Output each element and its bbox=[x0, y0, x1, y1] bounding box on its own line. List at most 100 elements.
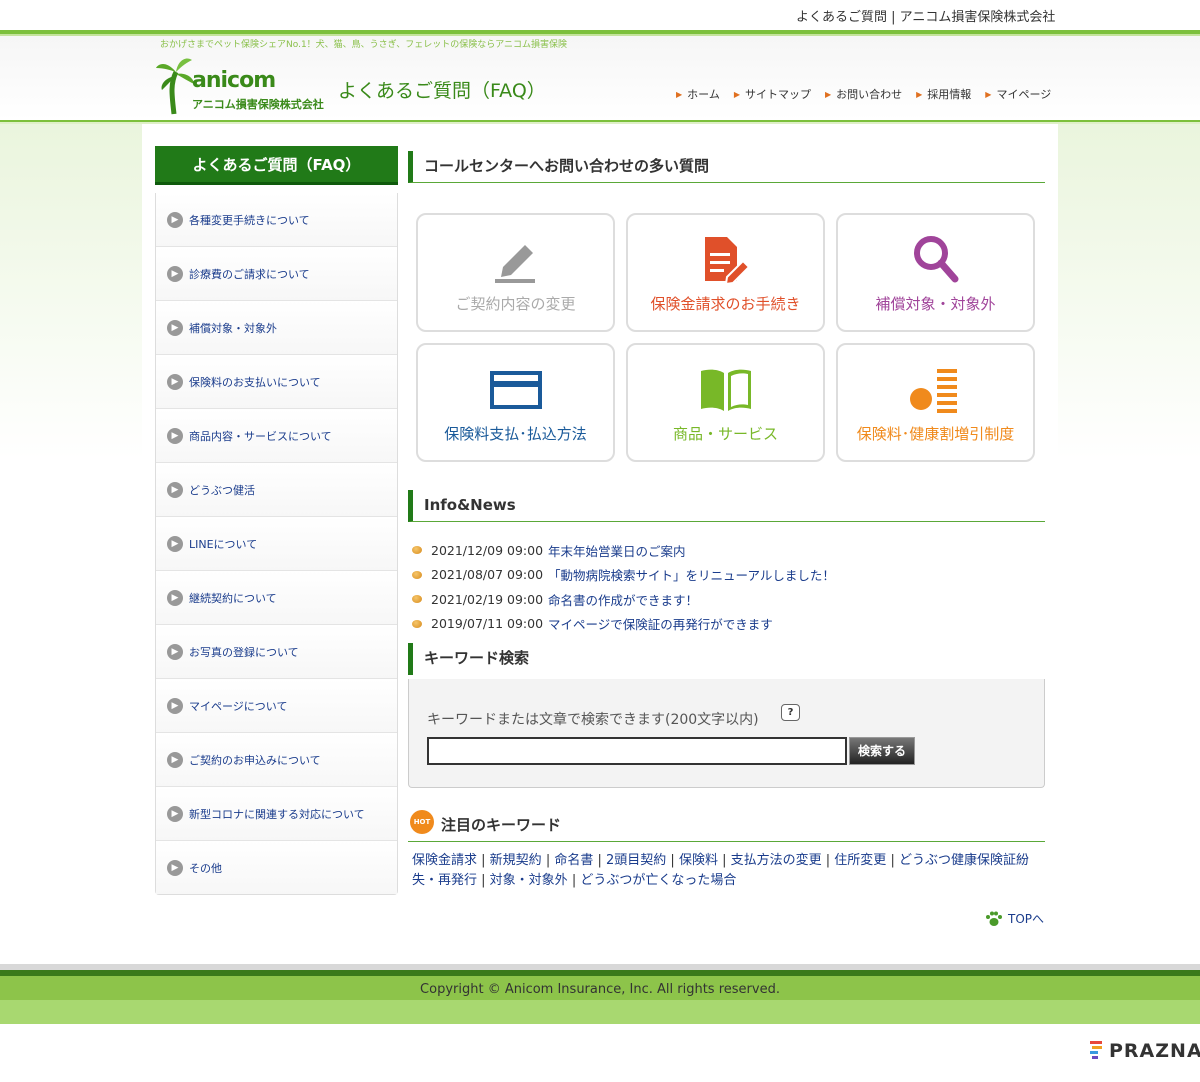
paw-icon bbox=[986, 911, 1002, 926]
top-bar: よくあるご質問 | アニコム損害保険株式会社 bbox=[0, 0, 1200, 30]
hot-keywords-list: 保険金請求 | 新規契約 | 命名書 | 2頭目契約 | 保険料 | 支払方法の… bbox=[412, 853, 1029, 888]
sidebar-item-coverage[interactable]: ▶ 補償対象・対象外 bbox=[156, 301, 397, 355]
keyword-link[interactable]: 保険金請求 bbox=[412, 853, 477, 868]
book-icon bbox=[700, 369, 751, 411]
credit-card-icon bbox=[489, 371, 542, 409]
news-link[interactable]: マイページで保険証の再発行ができます bbox=[548, 614, 773, 633]
back-to-top-link[interactable]: TOPへ bbox=[985, 910, 1044, 927]
news-date: 2021/12/09 09:00 bbox=[431, 542, 544, 558]
tagline: おかげさまでペット保険シェアNo.1！犬、猫、鳥、うさぎ、フェレットの保険ならア… bbox=[160, 40, 568, 50]
tile-contract-change[interactable]: ご契約内容の変更 bbox=[416, 213, 615, 332]
sidebar-item-label: 保険料のお支払いについて bbox=[189, 375, 321, 389]
circle-arrow-icon: ▶ bbox=[167, 589, 183, 606]
news-item: 2019/07/11 09:00 マイページで保険証の再発行ができます bbox=[412, 612, 835, 637]
sidebar-item-photo[interactable]: ▶ お写真の登録について bbox=[156, 625, 397, 679]
tile-products[interactable]: 商品・サービス bbox=[626, 343, 825, 462]
news-date: 2021/02/19 09:00 bbox=[431, 591, 544, 607]
sidebar-item-label: 補償対象・対象外 bbox=[189, 321, 277, 335]
tile-icon-wrap bbox=[628, 363, 823, 417]
search-heading: キーワード検索 bbox=[408, 643, 1045, 675]
tile-premium-discount[interactable]: 保険料･健康割増引制度 bbox=[836, 343, 1035, 462]
site-title: よくあるご質問（FAQ） bbox=[338, 80, 546, 102]
tile-coverage[interactable]: 補償対象・対象外 bbox=[836, 213, 1035, 332]
page-breadcrumb: よくあるご質問 | アニコム損害保険株式会社 bbox=[796, 10, 1056, 25]
sidebar-item-label: ご契約のお申込みについて bbox=[189, 753, 321, 767]
nav-label: お問い合わせ bbox=[836, 88, 903, 101]
sidebar-item-label: その他 bbox=[189, 861, 222, 875]
pencil-icon bbox=[494, 245, 535, 283]
circle-arrow-icon: ▶ bbox=[167, 697, 183, 714]
news-link[interactable]: 年末年始営業日のご案内 bbox=[548, 541, 686, 560]
logo-brand-text: anicom bbox=[192, 68, 276, 93]
sidebar-item-premium-payment[interactable]: ▶ 保険料のお支払いについて bbox=[156, 355, 397, 409]
nav-recruit[interactable]: ▶ 採用情報 bbox=[916, 86, 971, 102]
footer-copyright: Copyright © Anicom Insurance, Inc. All r… bbox=[0, 976, 1200, 1000]
keyword-link[interactable]: 支払方法の変更 bbox=[731, 853, 822, 868]
hot-keywords-heading: 注目のキーワード bbox=[441, 816, 562, 834]
search-hint: キーワードまたは文章で検索できます(200文字以内) bbox=[427, 712, 759, 728]
nav-contact[interactable]: ▶ お問い合わせ bbox=[825, 86, 902, 102]
anicom-logo[interactable]: anicom アニコム損害保険株式会社 bbox=[156, 54, 336, 116]
bullet-icon bbox=[412, 619, 422, 628]
tile-label: 商品・サービス bbox=[672, 425, 778, 443]
sidebar-item-covid[interactable]: ▶ 新型コロナに関連する対応について bbox=[156, 787, 397, 841]
nav-sitemap[interactable]: ▶ サイトマップ bbox=[734, 86, 811, 102]
sidebar-item-products[interactable]: ▶ 商品内容・サービスについて bbox=[156, 409, 397, 463]
keyword-link[interactable]: 対象・対象外 bbox=[490, 873, 568, 888]
sidebar-item-health-activity[interactable]: ▶ どうぶつ健活 bbox=[156, 463, 397, 517]
search-input[interactable] bbox=[427, 737, 847, 765]
left-background bbox=[0, 124, 142, 964]
search-button[interactable]: 検索する bbox=[849, 737, 915, 765]
keyword-link[interactable]: 保険料 bbox=[679, 853, 718, 868]
circle-arrow-icon: ▶ bbox=[167, 265, 183, 282]
nav-arrow-icon: ▶ bbox=[824, 89, 832, 99]
sidebar-item-change-procedures[interactable]: ▶ 各種変更手続きについて bbox=[156, 193, 397, 247]
sidebar-item-claims[interactable]: ▶ 診療費のご請求について bbox=[156, 247, 397, 301]
prazna-text: PRAZNA bbox=[1109, 1040, 1200, 1062]
nav-label: ホーム bbox=[687, 88, 720, 101]
sidebar-item-label: どうぶつ健活 bbox=[189, 483, 255, 497]
nav-arrow-icon: ▶ bbox=[985, 89, 992, 99]
sidebar-item-renewal[interactable]: ▶ 継続契約について bbox=[156, 571, 397, 625]
sidebar-item-label: LINEについて bbox=[189, 537, 258, 551]
news-date: 2019/07/11 09:00 bbox=[431, 616, 544, 632]
circle-arrow-icon: ▶ bbox=[167, 751, 183, 768]
sidebar-item-line[interactable]: ▶ LINEについて bbox=[156, 517, 397, 571]
nav-arrow-icon: ▶ bbox=[676, 89, 683, 99]
sidebar-item-mypage[interactable]: ▶ マイページについて bbox=[156, 679, 397, 733]
tile-label: 保険金請求のお手続き bbox=[650, 295, 801, 313]
prazna-watermark: PRAZNA bbox=[1090, 1040, 1200, 1062]
keyword-link[interactable]: 住所変更 bbox=[834, 853, 886, 868]
keyword-link[interactable]: 2頭目契約 bbox=[606, 853, 666, 868]
keyword-link[interactable]: どうぶつが亡くなった場合 bbox=[580, 873, 736, 888]
news-link[interactable]: 「動物病院検索サイト」をリニューアルしました！ bbox=[548, 565, 835, 584]
sidebar-item-label: 継続契約について bbox=[189, 591, 277, 605]
news-item: 2021/12/09 09:00 年末年始営業日のご案内 bbox=[412, 538, 835, 563]
keyword-link[interactable]: 命名書 bbox=[554, 853, 593, 868]
sidebar-heading: よくあるご質問（FAQ） bbox=[155, 146, 398, 185]
callcenter-heading: コールセンターへお問い合わせの多い質問 bbox=[408, 151, 1045, 183]
nav-home[interactable]: ▶ ホーム bbox=[676, 86, 720, 102]
sidebar-list: ▶ 各種変更手続きについて ▶ 診療費のご請求について ▶ 補償対象・対象外 ▶ 保険料… bbox=[155, 193, 398, 895]
circle-arrow-icon: ▶ bbox=[167, 535, 183, 552]
circle-arrow-icon: ▶ bbox=[167, 859, 183, 876]
tile-label: ご契約内容の変更 bbox=[455, 295, 576, 313]
prazna-logo-icon bbox=[1090, 1041, 1102, 1059]
sidebar-item-other[interactable]: ▶ その他 bbox=[156, 841, 397, 894]
document-edit-icon bbox=[704, 237, 750, 286]
tile-label: 補償対象・対象外 bbox=[875, 295, 996, 313]
magnifier-icon bbox=[913, 236, 958, 283]
nav-label: サイトマップ bbox=[744, 88, 811, 101]
news-date: 2021/08/07 09:00 bbox=[431, 567, 544, 583]
tile-premium-payment[interactable]: 保険料支払･払込方法 bbox=[416, 343, 615, 462]
nav-label: 採用情報 bbox=[927, 88, 972, 101]
tile-claim-procedure[interactable]: 保険金請求のお手続き bbox=[626, 213, 825, 332]
help-icon[interactable]: ? bbox=[781, 704, 800, 721]
nav-mypage[interactable]: ▶ マイページ bbox=[985, 86, 1051, 102]
news-link[interactable]: 命名書の作成ができます！ bbox=[548, 590, 698, 609]
discount-chart-icon bbox=[909, 369, 957, 413]
keyword-link[interactable]: 新規契約 bbox=[490, 853, 542, 868]
news-item: 2021/08/07 09:00 「動物病院検索サイト」をリニューアルしました！ bbox=[412, 563, 835, 588]
sidebar-item-application[interactable]: ▶ ご契約のお申込みについて bbox=[156, 733, 397, 787]
circle-arrow-icon: ▶ bbox=[167, 211, 183, 228]
